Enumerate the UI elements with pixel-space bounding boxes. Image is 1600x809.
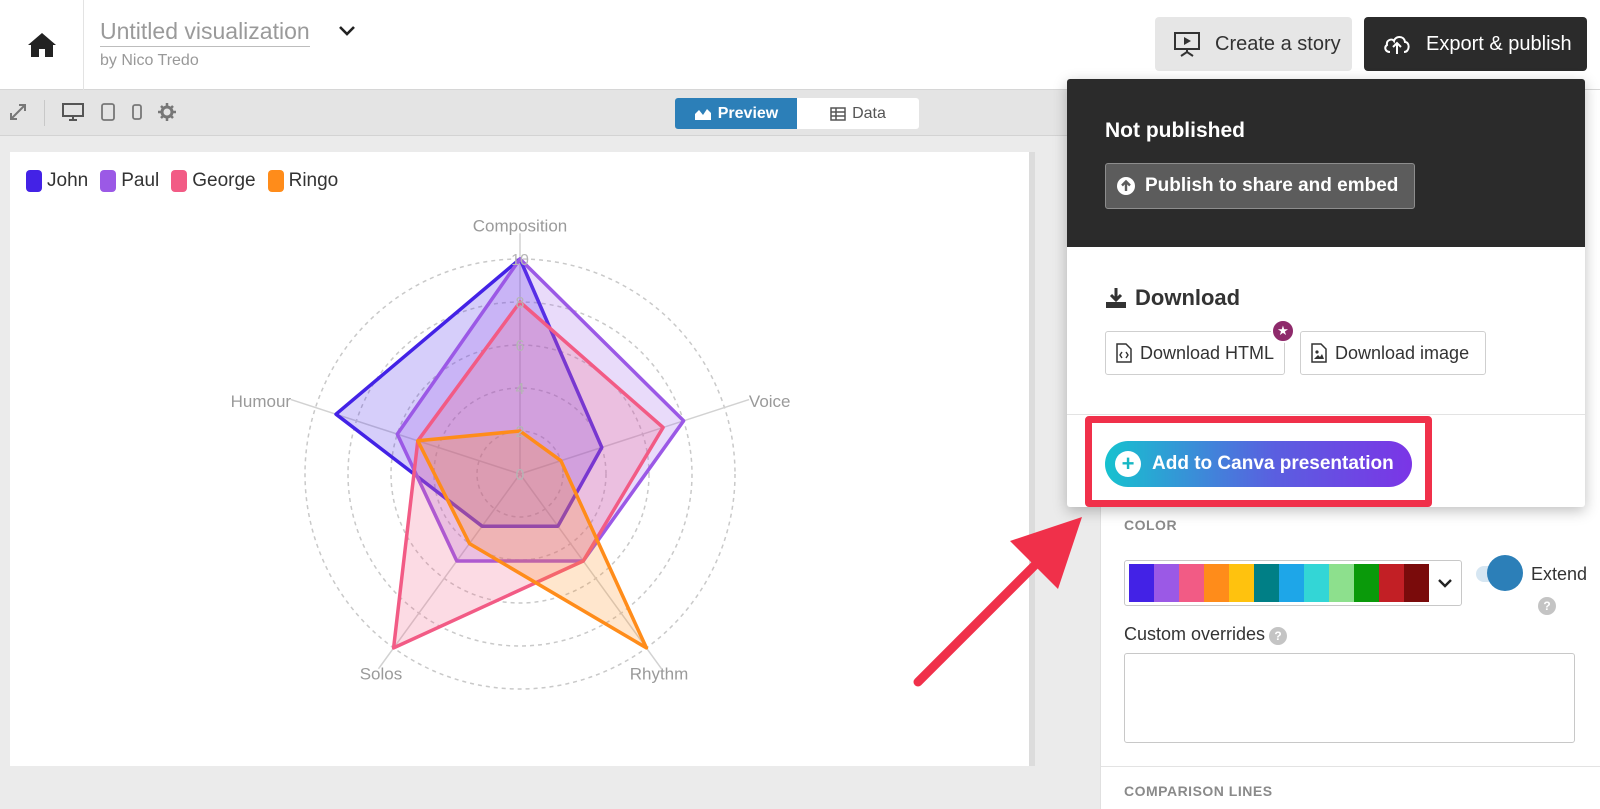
panel-divider [1101,766,1600,767]
radar-chart: 0 2 4 6 8 10 Composition Voice Rhythm Solos Humour [231,217,791,690]
code-file-icon [1116,343,1132,363]
home-icon [27,33,56,57]
custom-overrides-input[interactable] [1124,653,1575,743]
palette-chip [1329,564,1354,602]
tablet-icon[interactable] [101,103,115,121]
download-html-label: Download HTML [1140,342,1275,363]
upload-circle-icon [1117,177,1135,195]
publish-status: Not published [1105,119,1245,142]
help-icon[interactable]: ? [1269,627,1287,645]
create-story-button[interactable]: Create a story [1155,17,1352,71]
help-icon[interactable]: ? [1538,597,1556,615]
extend-label: Extend [1531,564,1588,584]
home-button[interactable] [0,0,84,90]
comparison-lines-label: COMPARISON LINES [1124,783,1273,799]
visualization-title[interactable]: Untitled visualization [100,18,310,47]
publish-section: Not published Publish to share and embed [1067,79,1585,247]
download-heading-label: Download [1135,285,1241,310]
tab-data-label: Data [852,104,886,122]
table-icon [830,106,846,121]
palette-chip [1304,564,1329,602]
palette-chip [1229,564,1254,602]
plus-icon: + [1115,451,1141,477]
download-html-button[interactable]: Download HTML [1105,331,1285,375]
premium-star-badge: ★ [1271,319,1295,343]
tick-label: 8 [516,295,525,312]
extend-toggle[interactable] [1487,555,1523,591]
palette-chip [1404,564,1429,602]
download-icon [1106,288,1126,308]
chart-canvas: John Paul George Ringo 0 2 4 6 8 10 Compositio… [10,152,1035,766]
presentation-icon [1174,32,1200,57]
title-menu-button[interactable] [338,24,356,43]
preview-toolbar: Preview Data [0,90,1100,136]
publish-button-label: Publish to share and embed [1145,175,1399,196]
toolbar-divider [44,100,45,126]
area-chart-icon [694,108,711,120]
top-bar: Untitled visualization by Nico Tredo Cre… [0,0,1600,90]
publish-button[interactable]: Publish to share and embed [1105,163,1415,209]
tick-label: 6 [516,338,525,355]
palette-chip [1354,564,1379,602]
palette-chip [1204,564,1229,602]
tick-label: 2 [516,424,525,441]
desktop-icon[interactable] [62,103,84,121]
axis-label-solos: Solos [360,664,403,683]
chevron-down-icon [339,26,355,36]
download-image-button[interactable]: Download image [1300,331,1486,375]
tick-label: 0 [516,467,525,484]
palette-chip [1154,564,1179,602]
axis-label-voice: Voice [749,392,791,411]
export-publish-label: Export & publish [1426,32,1572,55]
color-section-label: COLOR [1124,517,1178,533]
custom-overrides-label: Custom overrides [1124,624,1266,644]
tick-label: 10 [511,252,529,269]
tick-label: 4 [516,381,525,398]
palette-chip [1379,564,1404,602]
chevron-down-icon [1438,579,1452,588]
add-to-canva-label: Add to Canva presentation [1152,453,1394,474]
tab-preview[interactable]: Preview [675,98,797,129]
author-byline: by Nico Tredo [100,52,199,69]
expand-icon[interactable] [9,103,27,121]
axis-label-composition: Composition [473,217,568,236]
gear-icon[interactable] [158,103,176,121]
palette-chip [1254,564,1279,602]
image-file-icon [1311,343,1327,363]
tab-preview-label: Preview [717,104,779,122]
axis-label-rhythm: Rhythm [630,664,689,683]
mobile-icon[interactable] [132,103,142,121]
palette-chip [1129,564,1154,602]
tab-data[interactable]: Data [797,98,919,129]
dropdown-divider [1067,414,1585,415]
create-story-label: Create a story [1215,32,1341,55]
download-image-label: Download image [1335,342,1470,363]
color-palette-select[interactable] [1124,560,1462,606]
cloud-upload-icon [1384,36,1410,54]
export-publish-button[interactable]: Export & publish [1364,17,1587,71]
palette-chip [1179,564,1204,602]
palette-chip [1279,564,1304,602]
add-to-canva-button[interactable]: + Add to Canva presentation [1105,441,1412,487]
axis-label-humour: Humour [231,392,292,411]
download-heading: Download [1105,285,1240,311]
